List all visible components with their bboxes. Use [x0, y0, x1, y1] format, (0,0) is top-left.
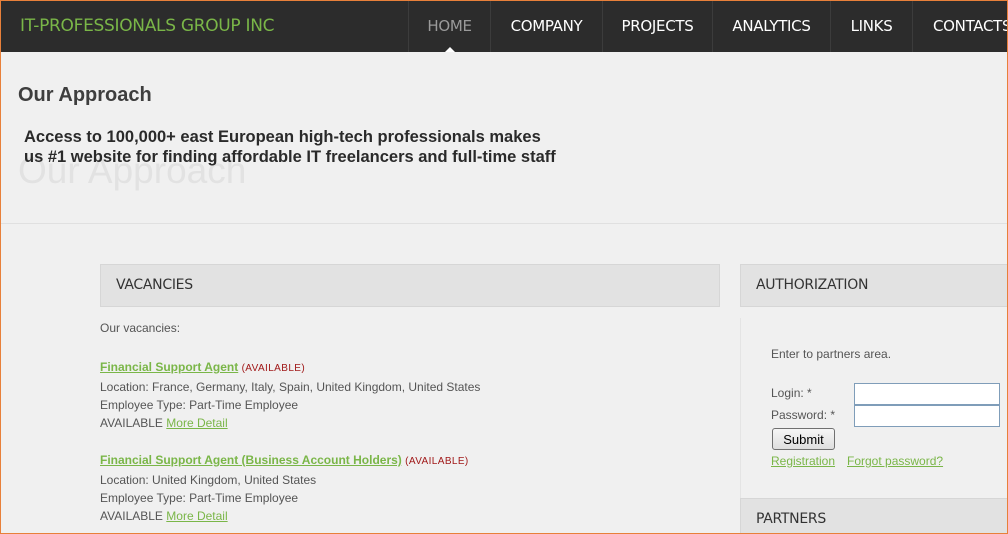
nav-contacts-label: CONTACTS [933, 17, 1008, 35]
page-title: Our Approach [18, 84, 152, 106]
password-label: Password: * [771, 408, 836, 422]
site-logo[interactable]: IT-PROFESSIONALS GROUP INC [20, 16, 275, 36]
vacancy-availability: AVAILABLE [100, 416, 163, 430]
vacancy-employee-type: Employee Type: Part-Time Employee [100, 398, 299, 412]
nav-projects[interactable]: PROJECTS [602, 0, 712, 52]
submit-button[interactable]: Submit [772, 428, 835, 450]
partners-heading: PARTNERS [740, 498, 1008, 534]
more-detail-link[interactable]: More Detail [166, 416, 227, 430]
vacancy-item: Financial Support Agent (AVAILABLE) Loca… [100, 358, 480, 432]
login-input[interactable] [854, 383, 1000, 405]
nav-home-label: HOME [427, 17, 472, 35]
main-nav: HOME COMPANY PROJECTS ANALYTICS LINKS CO… [408, 0, 1008, 52]
vacancy-location: Location: United Kingdom, United States [100, 473, 317, 487]
nav-analytics[interactable]: ANALYTICS [712, 0, 830, 52]
vacancy-title-link[interactable]: Financial Support Agent [100, 360, 238, 374]
nav-links-label: LINKS [850, 17, 893, 35]
vacancy-status-badge: (AVAILABLE) [405, 456, 469, 467]
authorization-intro: Enter to partners area. [771, 347, 892, 361]
vacancies-heading: VACANCIES [100, 264, 720, 307]
nav-projects-label: PROJECTS [621, 17, 694, 35]
vacancy-employee-type: Employee Type: Part-Time Employee [100, 491, 299, 505]
vacancy-status-badge: (AVAILABLE) [241, 363, 306, 374]
registration-link[interactable]: Registration [771, 454, 835, 468]
hero-tagline-line1: Access to 100,000+ east European high-te… [24, 128, 541, 146]
password-input[interactable] [854, 405, 1000, 427]
hero-tagline: Access to 100,000+ east European high-te… [24, 127, 584, 167]
nav-analytics-label: ANALYTICS [732, 17, 811, 35]
authorization-heading: AUTHORIZATION [740, 264, 1008, 307]
vacancy-item: Financial Support Agent (Business Accoun… [100, 451, 469, 525]
vacancy-availability: AVAILABLE [100, 509, 163, 523]
login-label: Login: * [771, 386, 812, 400]
hero-section: Our Approach Our Approach Access to 100,… [0, 52, 1008, 224]
more-detail-link[interactable]: More Detail [166, 509, 227, 523]
nav-links[interactable]: LINKS [830, 0, 912, 52]
vacancy-location: Location: France, Germany, Italy, Spain,… [100, 380, 481, 394]
forgot-password-link[interactable]: Forgot password? [847, 454, 943, 468]
nav-home[interactable]: HOME [408, 0, 490, 52]
hero-tagline-line2: us #1 website for finding affordable IT … [24, 148, 556, 166]
nav-contacts[interactable]: CONTACTS [912, 0, 1008, 52]
vacancies-intro: Our vacancies: [100, 321, 181, 335]
nav-company[interactable]: COMPANY [490, 0, 602, 52]
vacancy-title-link[interactable]: Financial Support Agent (Business Accoun… [100, 453, 402, 467]
top-navigation-bar: IT-PROFESSIONALS GROUP INC HOME COMPANY … [0, 0, 1008, 52]
nav-company-label: COMPANY [510, 17, 583, 35]
